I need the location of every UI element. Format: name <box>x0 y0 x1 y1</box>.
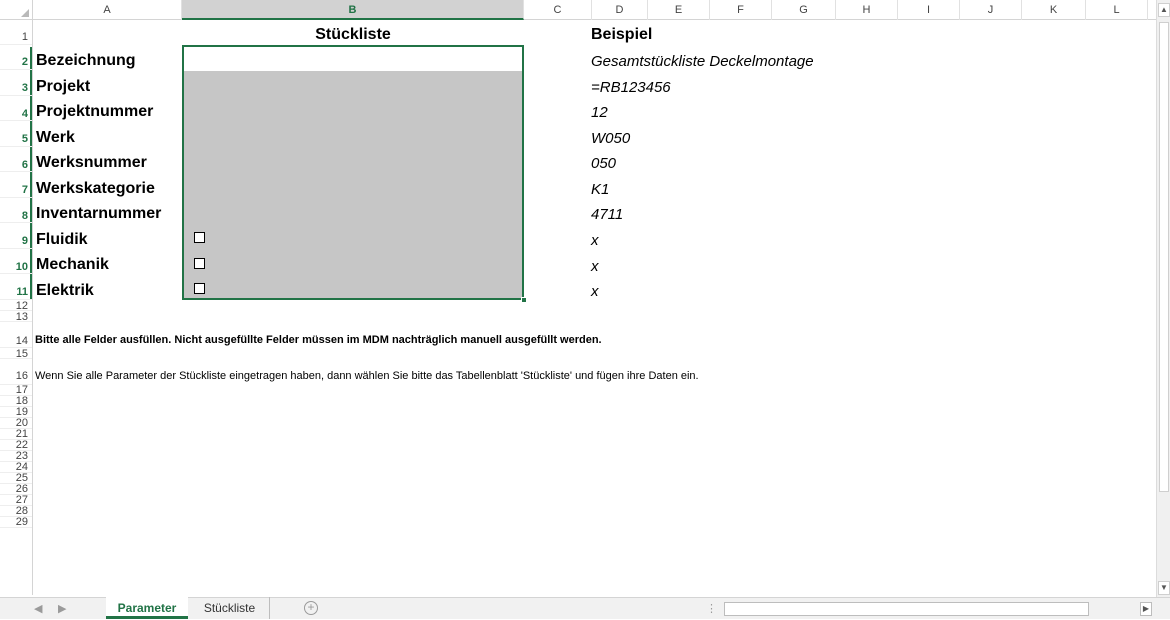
column-header-f[interactable]: F <box>710 0 772 20</box>
label-werk[interactable]: Werk <box>36 129 75 147</box>
tab-stueckliste[interactable]: Stückliste <box>190 597 270 619</box>
column-header-bar: A B C D E F G H I J K L <box>0 0 1170 20</box>
fill-handle[interactable] <box>521 297 527 303</box>
tab-splitter-icon[interactable]: ⋮ <box>706 598 717 620</box>
example-inventarnummer[interactable]: 4711 <box>591 206 623 223</box>
example-werkskategorie[interactable]: K1 <box>591 181 609 198</box>
row-header-5[interactable]: 5 <box>0 121 32 147</box>
label-projektnummer[interactable]: Projektnummer <box>36 103 153 121</box>
label-projekt[interactable]: Projekt <box>36 78 90 96</box>
example-werksnummer[interactable]: 050 <box>591 155 616 172</box>
label-bezeichnung[interactable]: Bezeichnung <box>36 52 136 70</box>
row-header-3[interactable]: 3 <box>0 70 32 96</box>
prev-sheet-icon[interactable]: ◀ <box>34 598 42 620</box>
fluidik-checkbox[interactable] <box>194 232 205 243</box>
row-header-13[interactable]: 13 <box>0 311 32 323</box>
row-header-2[interactable]: 2 <box>0 45 32 70</box>
add-sheet-icon[interactable]: + <box>304 601 318 615</box>
mechanik-checkbox[interactable] <box>194 258 205 269</box>
select-all-corner[interactable] <box>0 0 33 20</box>
column-header-a[interactable]: A <box>33 0 182 20</box>
scroll-up-icon[interactable]: ▲ <box>1158 3 1170 17</box>
tab-parameter[interactable]: Parameter <box>106 597 188 619</box>
example-werk[interactable]: W050 <box>591 130 630 147</box>
horizontal-scrollbar[interactable] <box>724 602 1089 616</box>
row-header-10[interactable]: 10 <box>0 249 32 274</box>
label-werksnummer[interactable]: Werksnummer <box>36 154 147 172</box>
example-fluidik[interactable]: x <box>591 232 599 249</box>
row-header-8[interactable]: 8 <box>0 198 32 223</box>
row-header-divider <box>32 20 33 595</box>
example-bezeichnung[interactable]: Gesamtstückliste Deckelmontage <box>591 53 814 70</box>
label-inventarnummer[interactable]: Inventarnummer <box>36 205 161 223</box>
example-mechanik[interactable]: x <box>591 258 599 275</box>
row-header-15[interactable]: 15 <box>0 348 32 360</box>
label-fluidik[interactable]: Fluidik <box>36 231 88 249</box>
elektrik-checkbox[interactable] <box>194 283 205 294</box>
row-header-9[interactable]: 9 <box>0 223 32 249</box>
column-header-k[interactable]: K <box>1022 0 1086 20</box>
column-header-i[interactable]: I <box>898 0 960 20</box>
row-header-29[interactable]: 29 <box>0 517 32 528</box>
column-header-h[interactable]: H <box>836 0 898 20</box>
vertical-scroll-thumb[interactable] <box>1159 22 1169 492</box>
column-header-e[interactable]: E <box>648 0 710 20</box>
instruction-note-2[interactable]: Wenn Sie alle Parameter der Stückliste e… <box>35 370 699 382</box>
row-header-14[interactable]: 14 <box>0 322 32 348</box>
column-header-j[interactable]: J <box>960 0 1022 20</box>
row-header-12[interactable]: 12 <box>0 300 32 312</box>
selection-border <box>182 45 524 300</box>
row-header-7[interactable]: 7 <box>0 172 32 198</box>
row-header-11[interactable]: 11 <box>0 274 32 300</box>
column-header-d[interactable]: D <box>592 0 648 20</box>
row-header-4[interactable]: 4 <box>0 96 32 121</box>
column-header-b[interactable]: B <box>182 0 524 20</box>
example-elektrik[interactable]: x <box>591 283 599 300</box>
label-werkskategorie[interactable]: Werkskategorie <box>36 180 155 198</box>
row-header-6[interactable]: 6 <box>0 147 32 172</box>
row-header-16[interactable]: 16 <box>0 359 32 385</box>
label-mechanik[interactable]: Mechanik <box>36 256 109 274</box>
row-header-1[interactable]: 1 <box>0 20 32 45</box>
example-projekt[interactable]: =RB123456 <box>591 79 671 96</box>
scroll-down-icon[interactable]: ▼ <box>1158 581 1170 595</box>
header-beispiel[interactable]: Beispiel <box>591 26 652 44</box>
column-header-l[interactable]: L <box>1086 0 1148 20</box>
instruction-note-1[interactable]: Bitte alle Felder ausfüllen. Nicht ausge… <box>35 334 602 346</box>
example-projektnummer[interactable]: 12 <box>591 104 608 121</box>
header-stueckliste[interactable]: Stückliste <box>182 26 524 44</box>
sheet-tab-bar: ◀ ▶ Parameter Stückliste + ⋮ ◀ ▶ <box>0 597 1170 619</box>
column-header-g[interactable]: G <box>772 0 836 20</box>
vertical-scrollbar[interactable]: ▲ ▼ <box>1156 0 1170 597</box>
next-sheet-icon[interactable]: ▶ <box>58 598 66 620</box>
column-header-c[interactable]: C <box>524 0 592 20</box>
label-elektrik[interactable]: Elektrik <box>36 282 94 300</box>
scroll-right-icon[interactable]: ▶ <box>1140 602 1152 616</box>
